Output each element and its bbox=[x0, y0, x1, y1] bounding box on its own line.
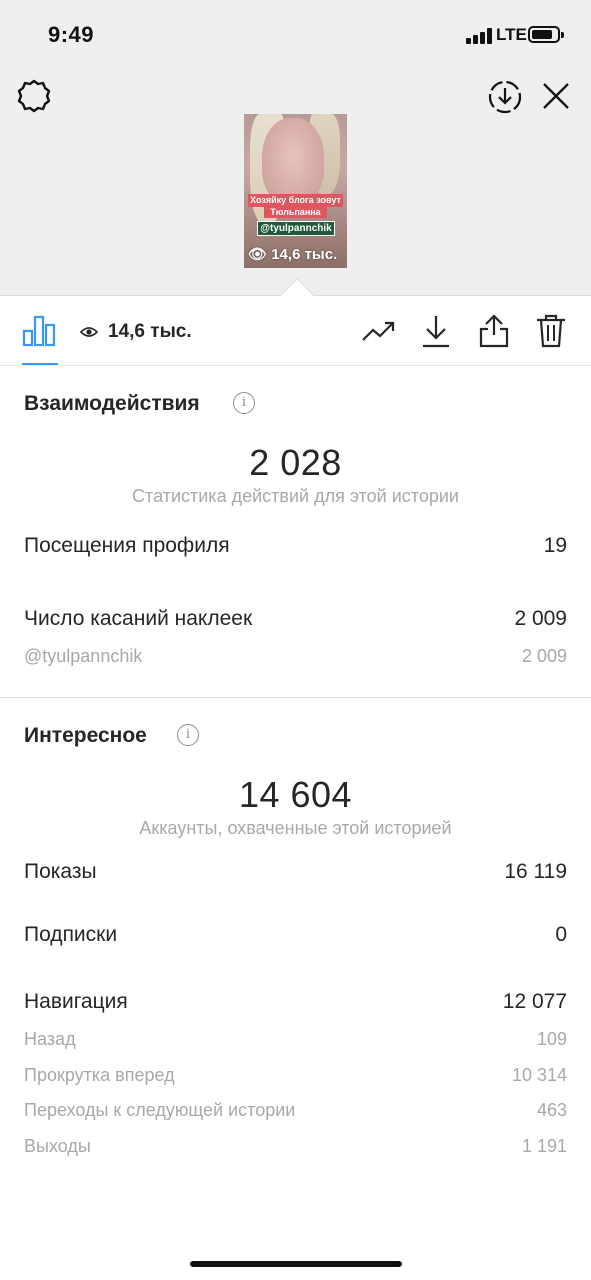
insights-chart-icon[interactable] bbox=[22, 313, 58, 347]
interactions-title: Взаимодействия bbox=[24, 392, 200, 415]
save-story-icon[interactable] bbox=[486, 78, 524, 116]
profile-visits-value: 19 bbox=[543, 534, 567, 557]
impressions-value: 16 119 bbox=[504, 860, 567, 883]
profile-visits-label: Посещения профиля bbox=[24, 534, 230, 557]
story-photo bbox=[262, 118, 324, 204]
story-thumbnail[interactable]: Хозяйку блога зовут Тюльпанна @tyulpannc… bbox=[244, 114, 347, 268]
follows-label: Подписки bbox=[24, 923, 118, 946]
interactions-total: 2 028 bbox=[249, 442, 342, 483]
download-icon[interactable] bbox=[418, 313, 454, 349]
discovery-total: 14 604 bbox=[238, 774, 353, 815]
info-icon[interactable]: i bbox=[177, 724, 199, 746]
sticker-taps-label: Число касаний наклеек bbox=[24, 607, 253, 630]
network-type: LTE bbox=[496, 25, 527, 44]
viewers-count[interactable]: 14,6 тыс. bbox=[108, 321, 192, 343]
active-tab-indicator bbox=[22, 363, 58, 365]
story-toolbar: 14,6 тыс. bbox=[0, 297, 591, 366]
forward-value: 10 314 bbox=[511, 1065, 567, 1085]
follows-value: 0 bbox=[555, 923, 567, 946]
signal-icon bbox=[466, 28, 492, 44]
discovery-caption: Аккаунты, охваченные этой историей bbox=[139, 818, 452, 838]
back-value: 109 bbox=[536, 1029, 567, 1049]
share-icon[interactable] bbox=[476, 313, 512, 349]
sticker-mention-value: 2 009 bbox=[521, 646, 567, 666]
impressions-label: Показы bbox=[24, 860, 97, 883]
section-divider bbox=[0, 697, 591, 698]
exits-label: Выходы bbox=[24, 1136, 91, 1156]
navigation-label: Навигация bbox=[24, 990, 128, 1013]
sticker-mention-label: @tyulpannchik bbox=[24, 646, 143, 666]
forward-label: Прокрутка вперед bbox=[24, 1065, 175, 1085]
status-bar: 9:49 LTE bbox=[0, 0, 591, 70]
info-icon[interactable]: i bbox=[233, 392, 255, 414]
mention-sticker: @tyulpannchik bbox=[257, 221, 335, 236]
delete-trash-icon[interactable] bbox=[533, 313, 569, 349]
settings-gear-icon[interactable] bbox=[14, 76, 54, 116]
sticker-taps-value: 2 009 bbox=[514, 607, 567, 630]
eye-icon: 👁 bbox=[248, 246, 268, 263]
thumbnail-views: 👁 14,6 тыс. bbox=[248, 246, 338, 263]
navigation-value: 12 077 bbox=[502, 990, 567, 1013]
close-icon[interactable] bbox=[538, 78, 574, 114]
back-label: Назад bbox=[24, 1029, 76, 1049]
story-header: 9:49 LTE Хозяйку блога зовут Тюльпанна @… bbox=[0, 0, 591, 296]
home-indicator[interactable] bbox=[190, 1261, 402, 1267]
promote-trend-icon[interactable] bbox=[361, 313, 397, 349]
status-time: 9:49 bbox=[48, 22, 95, 47]
next-story-value: 463 bbox=[536, 1100, 567, 1120]
interactions-caption: Статистика действий для этой истории bbox=[132, 486, 459, 506]
next-story-label: Переходы к следующей истории bbox=[24, 1100, 296, 1120]
story-caption-text: Хозяйку блога зовут bbox=[248, 194, 343, 207]
exits-value: 1 191 bbox=[521, 1136, 567, 1156]
battery-icon bbox=[528, 26, 564, 43]
discovery-title: Интересное bbox=[24, 724, 147, 747]
eye-icon bbox=[79, 324, 99, 345]
story-caption-text-2: Тюльпанна bbox=[264, 207, 327, 218]
